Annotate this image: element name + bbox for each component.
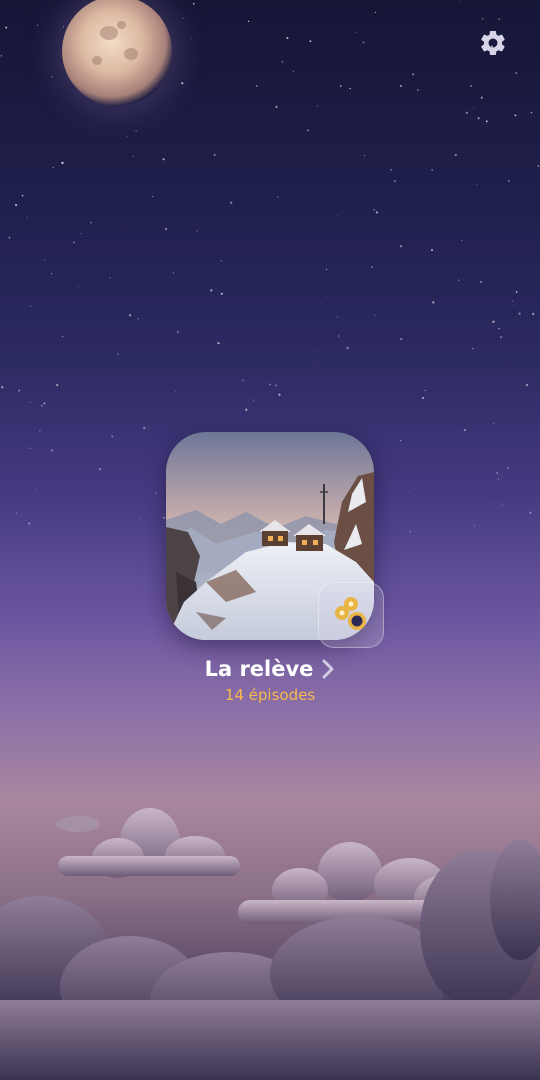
badge-button[interactable] bbox=[318, 582, 384, 648]
moon-icon bbox=[62, 0, 172, 106]
story-title-link[interactable]: La relève bbox=[0, 652, 540, 686]
settings-button[interactable] bbox=[474, 24, 512, 62]
clouds-decoration bbox=[0, 808, 540, 1080]
episode-count: 14 épisodes bbox=[224, 686, 316, 704]
gear-icon bbox=[481, 30, 505, 56]
record-discs-icon bbox=[335, 597, 366, 630]
story-title: La relève bbox=[204, 657, 314, 681]
chevron-right-icon bbox=[322, 659, 334, 679]
